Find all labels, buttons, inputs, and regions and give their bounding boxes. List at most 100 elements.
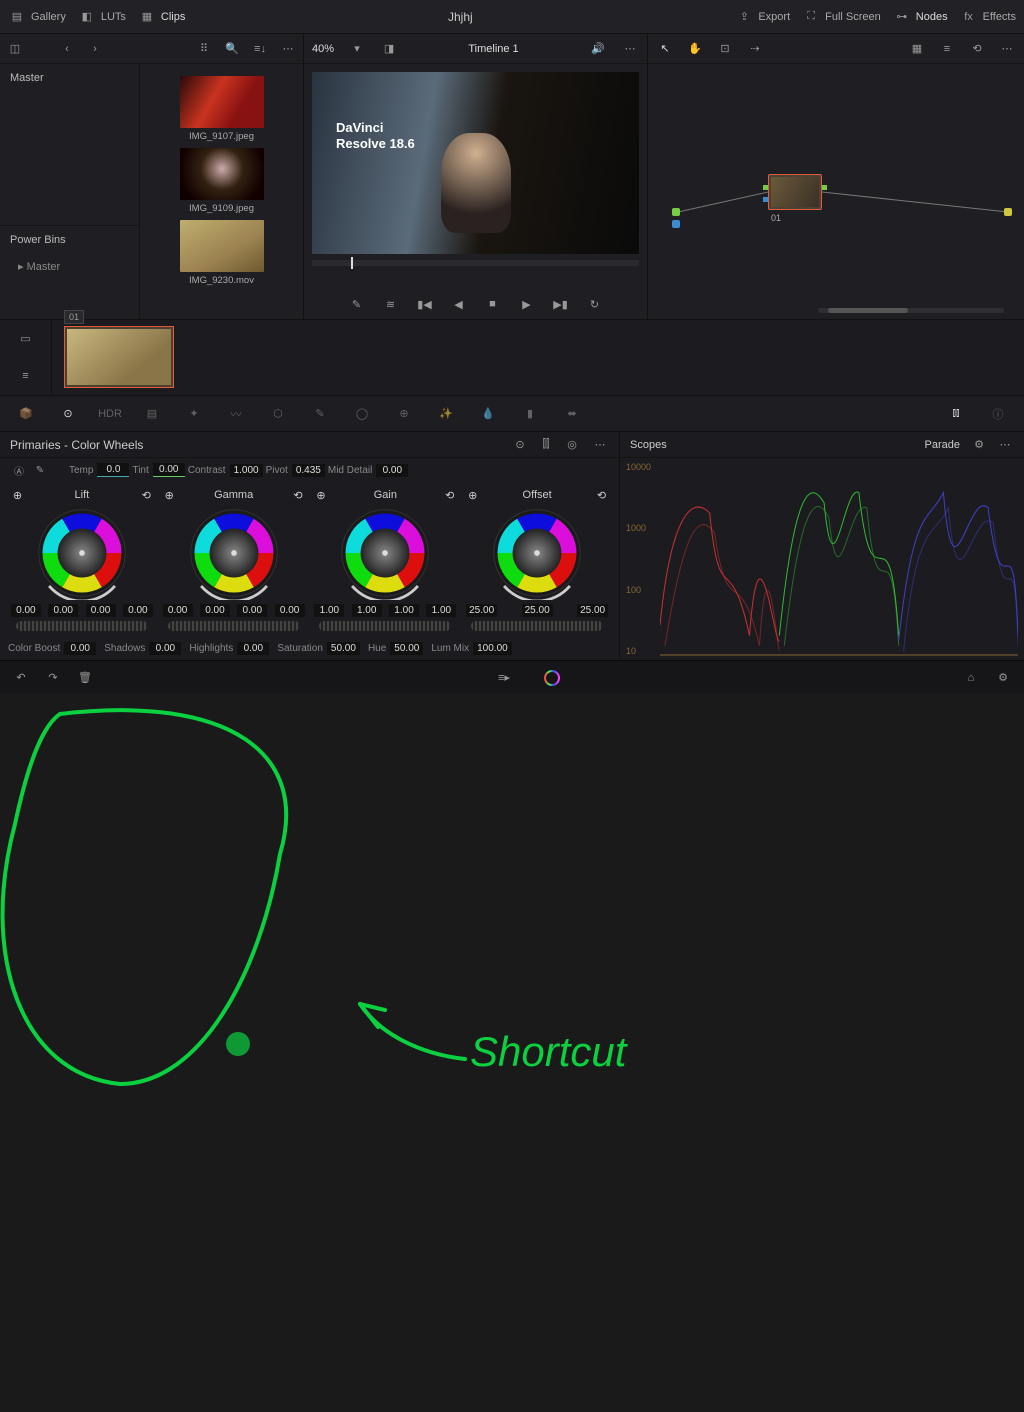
eyedropper-icon[interactable]: ✎: [348, 295, 366, 313]
qualifier-icon[interactable]: ✎: [308, 402, 332, 426]
node-01[interactable]: 01: [768, 174, 822, 210]
thumb-item[interactable]: IMG_9230.mov: [179, 220, 265, 286]
luts-tab[interactable]: ◧ LUTs: [78, 8, 126, 26]
camera-raw-icon[interactable]: 📦: [14, 402, 38, 426]
node-reset-icon[interactable]: ⟲: [968, 40, 986, 58]
powerbins-master[interactable]: ▸ Master: [0, 254, 139, 279]
lummix-field[interactable]: Lum Mix100.00: [431, 642, 511, 655]
jog-wheel[interactable]: [168, 621, 300, 631]
rgb-mixer-icon[interactable]: ▤: [140, 402, 164, 426]
undo-icon[interactable]: ↶: [12, 669, 30, 687]
info-icon[interactable]: ⓘ: [986, 402, 1010, 426]
hand-tool-icon[interactable]: ✋: [686, 40, 704, 58]
pointer-tool-icon[interactable]: ↖: [656, 40, 674, 58]
wheels-more-icon[interactable]: ⋯: [591, 436, 609, 454]
playhead[interactable]: [351, 257, 353, 269]
timeline-clip[interactable]: [64, 326, 174, 388]
ts-view2-icon[interactable]: ≡: [17, 367, 35, 385]
wheels-mode-icon[interactable]: ⊙: [511, 436, 529, 454]
wheel-target-icon[interactable]: ⊕: [13, 489, 22, 502]
first-frame-icon[interactable]: ▮◀: [416, 295, 434, 313]
node-add-icon[interactable]: ⊡: [716, 40, 734, 58]
color-wheels-icon[interactable]: ⊙: [56, 402, 80, 426]
zoom-dropdown-icon[interactable]: ▾: [348, 40, 366, 58]
reverse-play-icon[interactable]: ◀: [450, 295, 468, 313]
node-grid-icon[interactable]: ▦: [908, 40, 926, 58]
colorboost-field[interactable]: Color Boost0.00: [8, 642, 96, 655]
temp-field[interactable]: Temp0.0: [69, 463, 129, 477]
node-more-icon[interactable]: ⋯: [998, 40, 1016, 58]
trash-icon[interactable]: 🗑: [76, 669, 94, 687]
warper-icon[interactable]: ⬡: [266, 402, 290, 426]
sort-icon[interactable]: ≡↓: [251, 40, 269, 58]
color-wheel-gamma[interactable]: ⊕Gamma⟲ 0.000.000.000.00: [159, 486, 309, 636]
stop-icon[interactable]: ■: [484, 295, 502, 313]
scopes-toggle-icon[interactable]: ⫾⫾: [944, 402, 968, 426]
scopes-more-icon[interactable]: ⋯: [996, 436, 1014, 454]
auto-balance-icon[interactable]: Ⓐ: [10, 461, 28, 479]
grid-view-icon[interactable]: ⠿: [195, 40, 213, 58]
effects-button[interactable]: fx Effects: [960, 8, 1016, 26]
settings-icon[interactable]: ⚙: [994, 669, 1012, 687]
nodes-hscroll[interactable]: [818, 308, 1004, 313]
motion-icon[interactable]: ✦: [182, 402, 206, 426]
export-button[interactable]: ⇪ Export: [735, 8, 790, 26]
saturation-field[interactable]: Saturation50.00: [277, 642, 360, 655]
redo-icon[interactable]: ↷: [44, 669, 62, 687]
bars-mode-icon[interactable]: ⫿⫿: [537, 436, 555, 454]
magic-mask-icon[interactable]: ✨: [434, 402, 458, 426]
highlights-field[interactable]: Highlights0.00: [189, 642, 269, 655]
scopes-mode[interactable]: Parade: [925, 439, 960, 451]
zoom-level[interactable]: 40%: [312, 43, 334, 55]
unmix-icon[interactable]: ≋: [382, 295, 400, 313]
tracking-icon[interactable]: ⊕: [392, 402, 416, 426]
sizing-icon[interactable]: ⬌: [560, 402, 584, 426]
hue-field[interactable]: Hue50.00: [368, 642, 423, 655]
jog-wheel[interactable]: [319, 621, 451, 631]
wheel-target-icon[interactable]: ⊕: [316, 489, 325, 502]
fullscreen-button[interactable]: ⛶ Full Screen: [802, 8, 881, 26]
gallery-tab[interactable]: ▤ Gallery: [8, 8, 66, 26]
viewer-more-icon[interactable]: ⋯: [621, 40, 639, 58]
color-wheel-offset[interactable]: ⊕Offset⟲ 25.0025.0025.00: [462, 486, 612, 636]
viewer-canvas[interactable]: DaVinci Resolve 18.6: [312, 72, 639, 254]
nodes-graph[interactable]: 01: [648, 64, 1024, 319]
shadows-field[interactable]: Shadows0.00: [104, 642, 181, 655]
play-icon[interactable]: ▶: [518, 295, 536, 313]
wheel-reset-icon[interactable]: ⟲: [597, 489, 606, 502]
contrast-field[interactable]: Contrast1.000: [188, 464, 263, 477]
node-link-icon[interactable]: ⇢: [746, 40, 764, 58]
ts-view1-icon[interactable]: ▭: [17, 330, 35, 348]
tint-field[interactable]: Tint0.00: [132, 463, 184, 477]
panel-layout-icon[interactable]: ◫: [6, 40, 24, 58]
thumb-item[interactable]: IMG_9107.jpeg: [179, 76, 265, 142]
middetail-field[interactable]: Mid Detail0.00: [328, 464, 408, 477]
hdr-icon[interactable]: HDR: [98, 402, 122, 426]
wheel-reset-icon[interactable]: ⟲: [293, 489, 302, 502]
blur-icon[interactable]: 💧: [476, 402, 500, 426]
search-icon[interactable]: 🔍: [223, 40, 241, 58]
master-bin[interactable]: Master: [0, 64, 139, 92]
jog-wheel[interactable]: [16, 621, 148, 631]
powerbins-section[interactable]: Power Bins: [0, 225, 139, 254]
window-icon[interactable]: ◯: [350, 402, 374, 426]
wheel-reset-icon[interactable]: ⟲: [445, 489, 454, 502]
pick-wb-icon[interactable]: ✎: [31, 461, 49, 479]
color-wheel-lift[interactable]: ⊕Lift⟲ 0.000.000.000.00: [7, 486, 157, 636]
more-icon[interactable]: ⋯: [279, 40, 297, 58]
clips-tab[interactable]: ▦ Clips: [138, 8, 185, 26]
wheel-reset-icon[interactable]: ⟲: [142, 489, 151, 502]
nav-back-icon[interactable]: ‹: [58, 40, 76, 58]
pivot-field[interactable]: Pivot0.435: [266, 464, 325, 477]
scopes-settings-icon[interactable]: ⚙: [970, 436, 988, 454]
key-icon[interactable]: ▮: [518, 402, 542, 426]
nodes-button[interactable]: ⊶ Nodes: [893, 8, 948, 26]
node-list-icon[interactable]: ≡: [938, 40, 956, 58]
timeline-name[interactable]: Timeline 1: [412, 43, 575, 55]
color-wheel-gain[interactable]: ⊕Gain⟲ 1.001.001.001.00: [310, 486, 460, 636]
thumb-item[interactable]: IMG_9109.jpeg: [179, 148, 265, 214]
audio-icon[interactable]: 🔊: [589, 40, 607, 58]
highlight-icon[interactable]: ◨: [380, 40, 398, 58]
curves-icon[interactable]: 〰: [224, 402, 248, 426]
jog-wheel[interactable]: [471, 621, 603, 631]
